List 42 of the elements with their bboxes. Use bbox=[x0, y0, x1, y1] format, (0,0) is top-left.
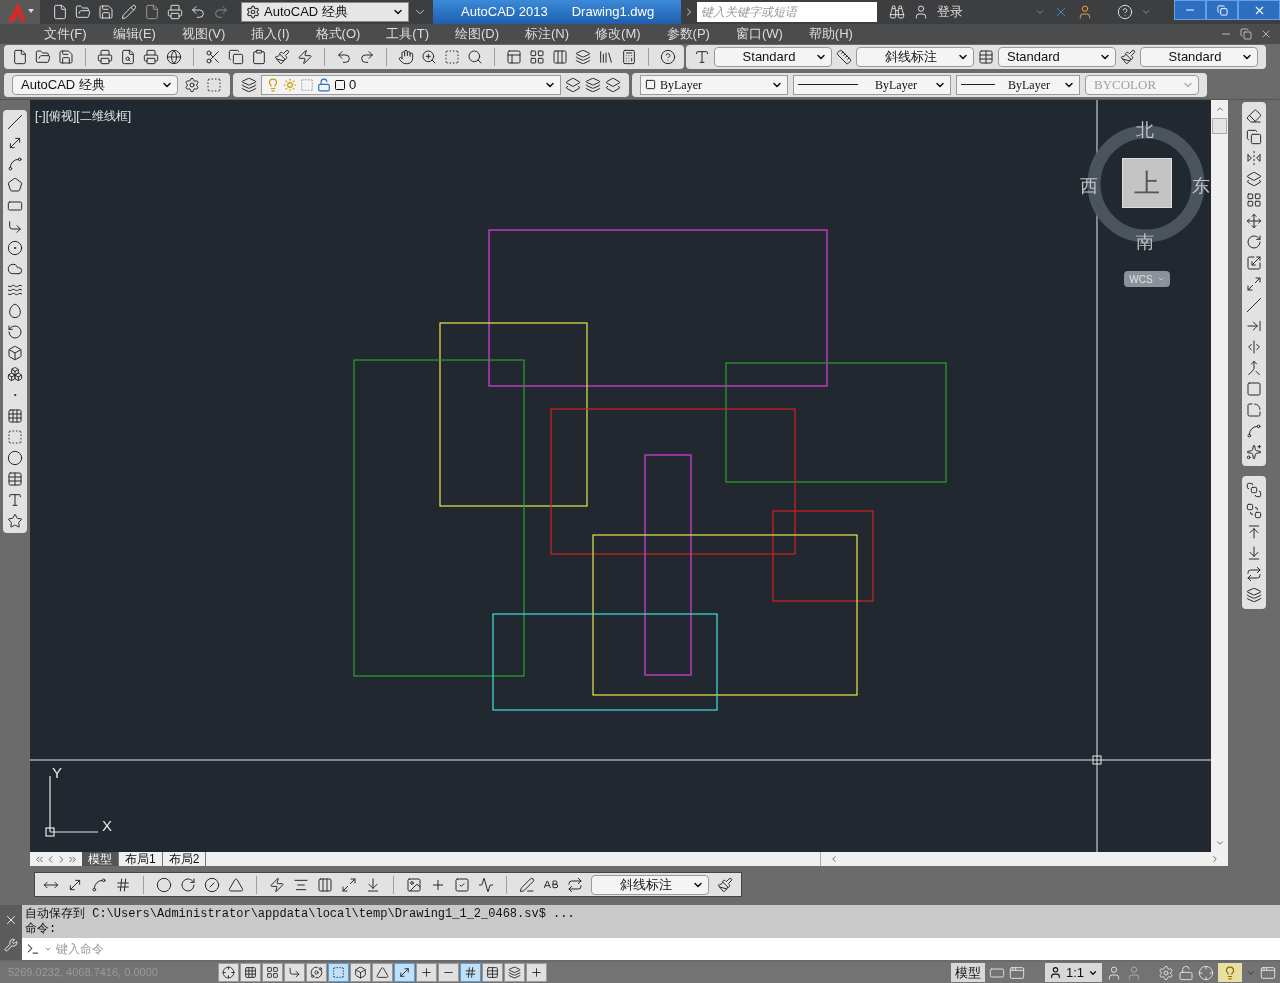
menu-item[interactable]: 修改(M) bbox=[595, 24, 641, 44]
color-dropdown[interactable]: ByLayer bbox=[640, 74, 788, 95]
lineweight-dropdown[interactable]: ByLayer bbox=[956, 74, 1080, 95]
dimension-style-dropdown[interactable]: 斜线标注 bbox=[591, 874, 709, 895]
menu-item[interactable]: 格式(O) bbox=[315, 24, 361, 44]
menu-item[interactable]: 帮助(H) bbox=[808, 24, 853, 44]
menu-item[interactable]: 窗口(W) bbox=[735, 24, 783, 44]
workspace-dropdown[interactable]: AutoCAD 经典 bbox=[12, 74, 178, 95]
menu-item[interactable]: 绘图(D) bbox=[454, 24, 499, 44]
viewcube-top-face[interactable]: 上 bbox=[1122, 158, 1172, 208]
command-input[interactable]: 键入命令 bbox=[56, 940, 1276, 958]
viewport-label[interactable]: [-][俯视][二维线框] bbox=[35, 107, 131, 125]
multileader-style-dropdown[interactable]: Standard bbox=[1140, 47, 1258, 67]
command-history-line: 自动保存到 C:\Users\Administrator\appdata\local\temp\Drawing1_1_2_0468.sv$ ... bbox=[25, 906, 576, 922]
menu-item[interactable]: 标注(N) bbox=[525, 24, 570, 44]
linetype-dropdown[interactable]: ByLayer bbox=[793, 74, 951, 95]
north-label[interactable]: 北 bbox=[1136, 117, 1154, 144]
login-link[interactable]: 登录 bbox=[937, 2, 1027, 22]
ucs-y-label: Y bbox=[52, 763, 62, 783]
menu-item[interactable]: 视图(V) bbox=[181, 24, 226, 44]
south-label[interactable]: 南 bbox=[1136, 229, 1154, 256]
layer-dropdown[interactable]: 0 bbox=[261, 74, 561, 95]
ucs-x-label: X bbox=[102, 816, 112, 836]
drawing-canvas[interactable]: [-][俯视][二维线框] Y X 北 西 上 东 南 WCS bbox=[30, 100, 1228, 852]
command-history-line: 命令: bbox=[25, 921, 58, 937]
east-label[interactable]: 东 bbox=[1192, 173, 1210, 200]
menu-item[interactable]: 编辑(E) bbox=[112, 24, 156, 44]
workspace-dropdown[interactable]: AutoCAD 经典 bbox=[241, 2, 409, 22]
model-space-button[interactable]: 模型 bbox=[950, 962, 985, 983]
annotation-scale-button[interactable]: 1:1 bbox=[1044, 962, 1102, 983]
west-label[interactable]: 西 bbox=[1080, 173, 1098, 200]
menu-item[interactable]: 工具(T) bbox=[386, 24, 429, 44]
dimension-style-dropdown[interactable]: 斜线标注 bbox=[856, 47, 974, 67]
table-style-dropdown[interactable]: Standard bbox=[998, 47, 1116, 67]
text-style-dropdown[interactable]: Standard bbox=[714, 47, 832, 67]
menu-item[interactable]: 参数(P) bbox=[666, 24, 710, 44]
menu-item[interactable]: 文件(F) bbox=[44, 24, 87, 44]
search-field[interactable]: 键入关键字或短语 bbox=[697, 2, 877, 22]
menu-item[interactable]: 插入(I) bbox=[251, 24, 290, 44]
layout-tab[interactable]: 模型 bbox=[82, 852, 119, 866]
document-title: Drawing1.dwg bbox=[571, 3, 655, 22]
app-title: AutoCAD 2013 bbox=[461, 3, 548, 22]
